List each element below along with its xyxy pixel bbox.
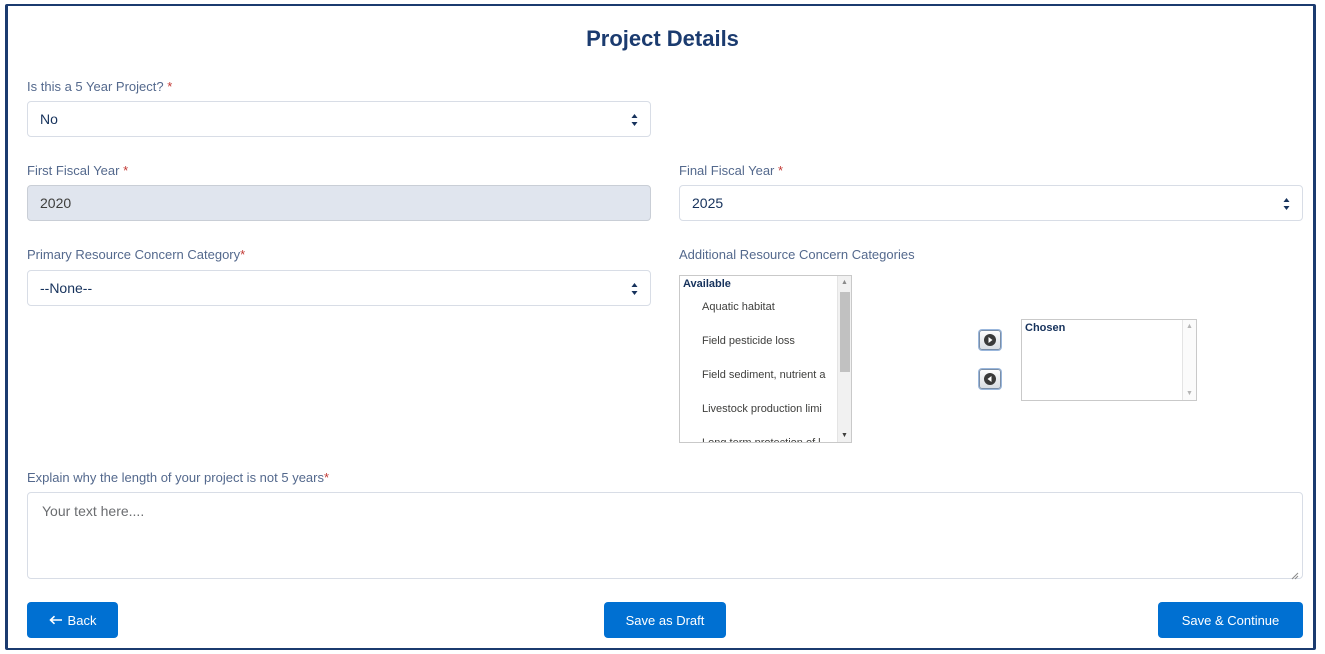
scroll-down-icon[interactable]: ▼ [841,432,848,439]
select-arrows-icon [631,113,638,127]
explain-textarea[interactable]: Your text here.... [27,492,1303,580]
chosen-scrollbar[interactable]: ▲ ▼ [1182,320,1196,400]
scroll-up-icon[interactable]: ▲ [841,279,848,286]
move-right-button[interactable] [979,330,1001,350]
available-option[interactable]: Livestock production limi [680,392,837,426]
save-draft-label: Save as Draft [625,612,705,628]
resize-handle-icon[interactable] [1291,567,1299,580]
explain-placeholder: Your text here.... [42,503,145,519]
required-mark: * [324,470,330,485]
select-arrows-icon [631,282,638,296]
first-fiscal-value: 2020 [40,195,72,211]
available-option[interactable]: Field pesticide loss [680,324,837,358]
final-fiscal-value: 2025 [692,195,724,211]
save-continue-button[interactable]: Save & Continue [1158,602,1303,638]
available-option[interactable]: Long term protection of l [680,426,837,442]
chosen-header: Chosen [1025,322,1066,334]
required-mark: * [240,247,246,262]
page-title: Project Details [586,26,739,51]
primary-concern-select[interactable]: --None-- [27,270,651,306]
five-year-value: No [40,111,58,127]
primary-concern-value: --None-- [40,280,93,296]
move-left-button[interactable] [979,369,1001,389]
required-mark: * [123,163,129,178]
primary-concern-label: Primary Resource Concern Category* [27,247,246,262]
save-continue-label: Save & Continue [1181,612,1280,628]
back-label: Back [67,612,97,628]
available-list[interactable]: Available Aquatic habitat Field pesticid… [679,275,852,443]
required-mark: * [778,163,784,178]
scroll-up-icon[interactable]: ▲ [1186,323,1193,330]
arrow-left-icon [48,615,63,625]
back-button[interactable]: Back [27,602,118,638]
scroll-thumb[interactable] [840,292,850,372]
arrow-left-icon [984,373,996,385]
final-fiscal-label: Final Fiscal Year * [679,163,784,178]
first-fiscal-field: 2020 [27,185,651,221]
chosen-list[interactable]: Chosen ▲ ▼ [1021,319,1197,401]
available-option[interactable]: Field sediment, nutrient a [680,358,837,392]
five-year-label: Is this a 5 Year Project? * [27,79,173,94]
first-fiscal-label: First Fiscal Year * [27,163,129,178]
required-mark: * [167,79,173,94]
available-option[interactable]: Aquatic habitat [680,290,837,324]
arrow-right-icon [984,334,996,346]
scroll-down-icon[interactable]: ▼ [1186,390,1193,397]
five-year-select[interactable]: No [27,101,651,137]
select-arrows-icon [1283,197,1290,211]
explain-label: Explain why the length of your project i… [27,470,330,485]
save-draft-button[interactable]: Save as Draft [604,602,726,638]
available-scrollbar[interactable]: ▲ ▼ [837,276,851,442]
final-fiscal-select[interactable]: 2025 [679,185,1303,221]
additional-concern-label: Additional Resource Concern Categories [679,247,915,262]
